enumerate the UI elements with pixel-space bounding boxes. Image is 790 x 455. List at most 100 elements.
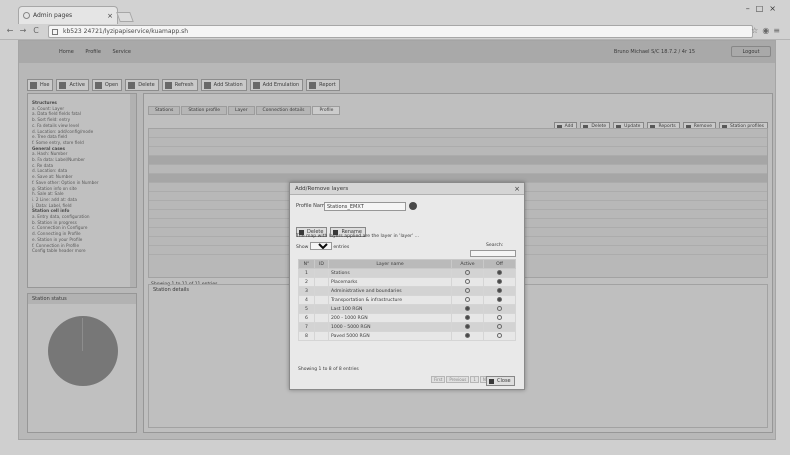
back-icon[interactable]: ← — [4, 25, 16, 37]
search-input[interactable] — [470, 250, 516, 257]
off-radio[interactable] — [483, 286, 516, 296]
layer-tree[interactable]: Structures a. Count: Layer a. Data field f… — [28, 94, 136, 260]
radio-icon[interactable] — [497, 288, 502, 293]
profile-name-input[interactable]: Stations_EMXT — [324, 202, 406, 211]
radio-icon[interactable] — [465, 270, 470, 275]
table-row[interactable]: 2 Placemarks — [298, 277, 516, 287]
layer-tree-panel: Structures a. Count: Layer a. Data field f… — [27, 93, 137, 288]
close-tab-icon[interactable]: × — [107, 7, 113, 25]
table-row[interactable]: 3 Administrative and boundaries — [298, 286, 516, 296]
radio-icon[interactable] — [465, 324, 470, 329]
table-row[interactable] — [149, 156, 767, 165]
off-radio[interactable] — [483, 277, 516, 287]
close-icon[interactable]: × — [514, 183, 520, 195]
navigation-bar: ← → C kb523 24721/lyzipapiservice/kuamap… — [0, 24, 790, 40]
table-row[interactable]: 5 Last 100 RGN — [298, 304, 516, 314]
toolbar-button[interactable]: Delete — [125, 79, 159, 91]
off-radio[interactable] — [483, 295, 516, 305]
tab-connection[interactable]: Connection details — [255, 106, 312, 115]
radio-icon[interactable] — [497, 297, 502, 302]
toolbar-button[interactable]: Add Emulation — [249, 79, 304, 91]
column-header[interactable]: Layer name — [328, 259, 452, 269]
column-header[interactable]: N° — [298, 259, 315, 269]
toolbar-button[interactable]: Open — [91, 79, 123, 91]
row-number: 6 — [298, 313, 315, 323]
forward-icon[interactable]: → — [17, 25, 29, 37]
off-radio[interactable] — [483, 268, 516, 278]
logout-button[interactable]: Logout — [731, 46, 771, 57]
previous-page-button[interactable]: Previous — [446, 376, 470, 383]
active-radio[interactable] — [451, 295, 484, 305]
browser-tab[interactable]: Admin pages × — [18, 6, 118, 24]
new-tab-button[interactable] — [116, 12, 134, 22]
toolbar-button[interactable]: Add Station — [200, 79, 247, 91]
panel-title: Station details — [153, 287, 190, 293]
radio-icon[interactable] — [465, 279, 470, 284]
column-header[interactable]: Active — [451, 259, 484, 269]
layer-name: 1000 - 5000 RGN — [328, 322, 452, 332]
table-row[interactable]: 8 Paved 5000 RGN — [298, 331, 516, 341]
radio-icon[interactable] — [465, 297, 470, 302]
reload-icon[interactable]: C — [30, 25, 42, 37]
user-info: Bruno Michael S/C 18.7.2 / 4r 15 — [613, 49, 695, 55]
active-radio[interactable] — [451, 277, 484, 287]
tab-stations[interactable]: Stations — [148, 106, 181, 115]
layer-name: Transportation & infrastructure — [328, 295, 452, 305]
extension-icons[interactable]: ☆◉≡ — [751, 26, 784, 35]
table-row[interactable]: 1 Stations — [298, 268, 516, 278]
table-row[interactable] — [149, 129, 767, 138]
top-menu[interactable]: Home Profile Service — [59, 41, 131, 63]
off-radio[interactable] — [483, 322, 516, 332]
radio-icon[interactable] — [497, 270, 502, 275]
table-row[interactable] — [149, 138, 767, 147]
table-row[interactable]: 6 200 - 1000 RGN — [298, 313, 516, 323]
toolbar-button[interactable]: Active — [56, 79, 89, 91]
tree-item[interactable]: Config table header more — [32, 248, 132, 254]
first-page-button[interactable]: First — [431, 376, 446, 383]
active-radio[interactable] — [451, 322, 484, 332]
radio-icon[interactable] — [497, 315, 502, 320]
radio-icon[interactable] — [497, 333, 502, 338]
table-row[interactable] — [149, 147, 767, 156]
off-radio[interactable] — [483, 304, 516, 314]
table-row[interactable] — [149, 165, 767, 174]
radio-icon[interactable] — [465, 333, 470, 338]
radio-icon[interactable] — [497, 306, 502, 311]
table-row[interactable]: 4 Transportation & infrastructure — [298, 295, 516, 305]
page-1-button[interactable]: 1 — [470, 376, 479, 383]
active-radio[interactable] — [451, 331, 484, 341]
station-status-panel: Station status — [27, 293, 137, 433]
radio-icon[interactable] — [465, 306, 470, 311]
column-header[interactable]: Off — [483, 259, 516, 269]
toolbar-button[interactable]: Hse — [27, 79, 54, 91]
radio-icon[interactable] — [497, 324, 502, 329]
active-radio[interactable] — [451, 268, 484, 278]
active-radio[interactable] — [451, 286, 484, 296]
column-header[interactable]: ID — [314, 259, 329, 269]
active-radio[interactable] — [451, 304, 484, 314]
scrollbar[interactable] — [130, 94, 136, 287]
tab-layer[interactable]: Layer — [228, 106, 255, 115]
toolbar-button[interactable]: Report — [306, 79, 340, 91]
off-radio[interactable] — [483, 313, 516, 323]
radio-icon[interactable] — [497, 279, 502, 284]
off-radio[interactable] — [483, 331, 516, 341]
radio-icon[interactable] — [465, 288, 470, 293]
dialog-description: The map with layers applied are the laye… — [296, 234, 420, 239]
info-icon[interactable] — [409, 202, 417, 210]
entries-select[interactable]: 10 — [309, 242, 332, 250]
row-id — [314, 295, 329, 305]
address-bar[interactable]: kb523 24721/lyzipapiservice/kuamapp.sh — [48, 25, 753, 38]
close-button[interactable]: Close — [486, 376, 515, 386]
active-radio[interactable] — [451, 313, 484, 323]
window-controls[interactable]: –□× — [746, 4, 782, 13]
layers-table: N° ID Layer name Active Off 1 Stations 2 Pl… — [298, 259, 516, 341]
tab-station-profile[interactable]: Station profile — [181, 106, 227, 115]
url-text: kb523 24721/lyzipapiservice/kuamapp.sh — [63, 28, 189, 35]
radio-icon[interactable] — [465, 315, 470, 320]
layer-name: Paved 5000 RGN — [328, 331, 452, 341]
row-id — [314, 277, 329, 287]
table-row[interactable]: 7 1000 - 5000 RGN — [298, 322, 516, 332]
toolbar-button[interactable]: Refresh — [161, 79, 198, 91]
tab-profile[interactable]: Profile — [312, 106, 341, 115]
